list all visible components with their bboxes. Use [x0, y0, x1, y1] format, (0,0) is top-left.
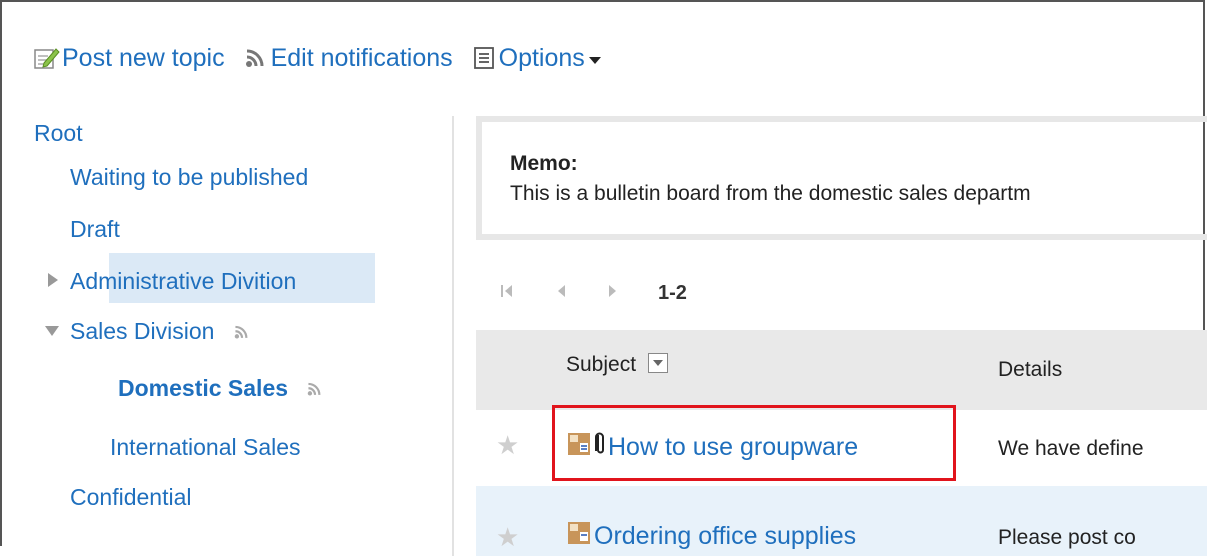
tree-item-domestic-sales[interactable]: Domestic Sales — [118, 375, 324, 403]
memo-text: This is a bulletin board from the domest… — [510, 182, 1031, 205]
tree-item-confidential[interactable]: Confidential — [70, 484, 191, 511]
feed-icon — [243, 45, 269, 71]
next-page-icon[interactable] — [608, 283, 618, 304]
details-column-header: Details — [998, 358, 1063, 381]
subject-column-header[interactable]: Subject — [566, 353, 668, 377]
toolbar: Post new topic Edit notifications Option… — [34, 40, 601, 76]
tree-item-sales-division[interactable]: Sales Division — [70, 318, 251, 346]
tree-item-administrative[interactable]: Administrative Divition — [70, 268, 296, 295]
table-header: Subject Details — [476, 330, 1207, 410]
collapse-arrow-icon[interactable] — [45, 326, 59, 336]
options-label: Options — [498, 43, 585, 72]
memo-title: Memo: — [510, 152, 578, 175]
pane-divider[interactable] — [452, 116, 454, 556]
post-edit-icon — [34, 45, 60, 71]
tree-item-draft[interactable]: Draft — [70, 216, 120, 243]
topic-subject: Ordering office supplies — [594, 522, 857, 550]
first-page-icon[interactable] — [500, 283, 514, 304]
post-new-topic-label: Post new topic — [62, 43, 225, 72]
tree-item-root[interactable]: Root — [34, 120, 83, 147]
star-icon[interactable]: ★ — [496, 522, 519, 553]
tree-item-sales-label: Sales Division — [70, 318, 215, 344]
topic-details: We have define — [998, 437, 1144, 460]
topic-details: Please post co — [998, 526, 1136, 549]
topic-link[interactable]: Ordering office supplies — [568, 522, 856, 551]
edit-notifications-label: Edit notifications — [270, 43, 453, 72]
memo-box: Memo: This is a bulletin board from the … — [476, 116, 1207, 240]
feed-icon — [233, 319, 251, 346]
pagination: 1-2 — [500, 280, 687, 306]
expand-arrow-icon[interactable] — [48, 273, 58, 287]
tree-item-domestic-label: Domestic Sales — [118, 375, 289, 401]
tree-item-waiting[interactable]: Waiting to be published — [70, 164, 308, 191]
topic-icon — [568, 522, 590, 551]
page-range: 1-2 — [658, 281, 687, 304]
post-new-topic-link[interactable]: Post new topic — [34, 44, 225, 73]
feed-icon — [306, 376, 324, 403]
subject-header-label: Subject — [566, 353, 637, 376]
prev-page-icon[interactable] — [556, 283, 566, 304]
sort-dropdown-icon[interactable] — [647, 353, 668, 374]
star-icon[interactable]: ★ — [496, 430, 519, 461]
chevron-down-icon — [588, 56, 601, 64]
options-dropdown[interactable]: Options — [471, 44, 601, 73]
tree-item-international-sales[interactable]: International Sales — [110, 434, 301, 461]
edit-notifications-link[interactable]: Edit notifications — [243, 44, 453, 73]
highlight-box — [552, 405, 956, 481]
list-icon — [471, 45, 497, 71]
